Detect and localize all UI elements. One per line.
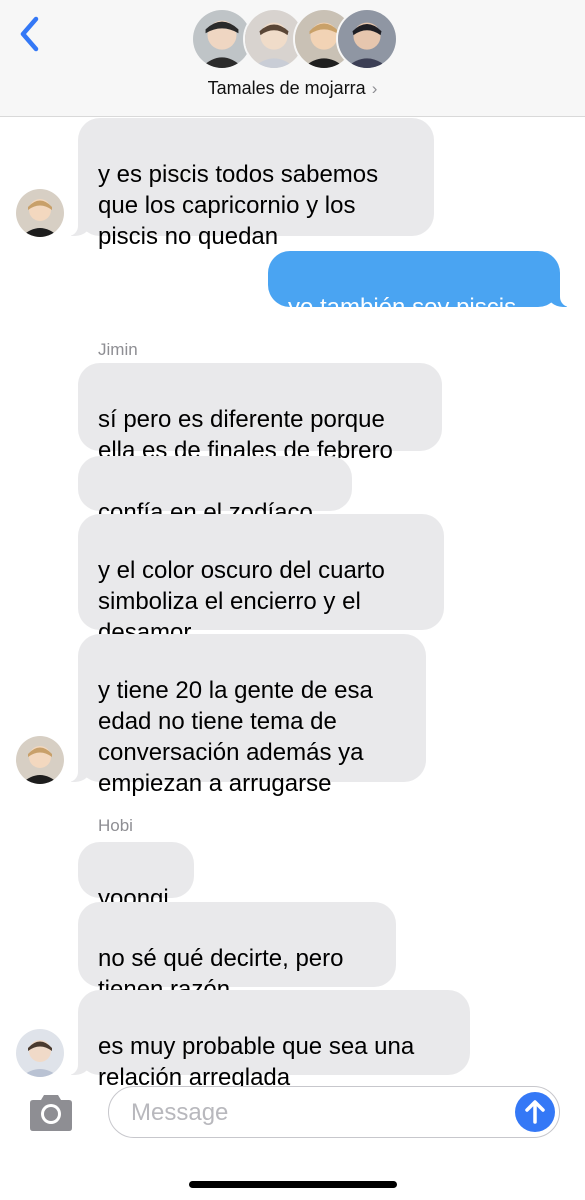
contact-avatar-jimin[interactable] (16, 189, 64, 237)
message-bubble[interactable]: es muy probable que sea una relación arr… (68, 990, 470, 1091)
chevron-left-icon (20, 16, 39, 52)
camera-button[interactable] (26, 1093, 76, 1133)
message-bubble[interactable]: confía en el zodíaco (78, 456, 352, 526)
message-text: y el color oscuro del cuarto simboliza e… (98, 557, 385, 646)
message-bubble[interactable]: no sé qué decirte, pero tienen razón (78, 902, 396, 1003)
camera-icon (30, 1095, 72, 1131)
sender-name: Jimin (98, 340, 138, 359)
group-title[interactable]: Tamales de mojarra › (0, 78, 585, 99)
message-bubble[interactable]: y el color oscuro del cuarto simboliza e… (78, 514, 444, 646)
message-bubble[interactable]: yoongi (78, 842, 194, 912)
message-text: es muy probable que sea una relación arr… (98, 1033, 415, 1091)
group-avatar-4 (336, 8, 398, 70)
message-composer[interactable] (108, 1086, 560, 1138)
message-input[interactable] (129, 1095, 503, 1131)
message-text: y es piscis todos sabemos que los capric… (98, 161, 379, 250)
contact-avatar-hobi[interactable] (16, 1029, 64, 1077)
message-bubble[interactable]: sí pero es diferente porque ella es de f… (78, 363, 442, 464)
send-button[interactable] (515, 1092, 555, 1132)
group-avatars[interactable] (191, 8, 398, 72)
group-name: Tamales de mojarra (207, 78, 366, 98)
message-text: yo también soy piscis (288, 294, 517, 321)
contact-avatar-jimin[interactable] (16, 736, 64, 784)
arrow-up-icon (525, 1100, 545, 1124)
sender-name: Hobi (98, 816, 133, 835)
back-button[interactable] (14, 14, 48, 54)
message-text: y tiene 20 la gente de esa edad no tiene… (98, 677, 373, 797)
home-indicator (189, 1181, 397, 1188)
message-bubble[interactable]: y tiene 20 la gente de esa edad no tiene… (68, 634, 426, 797)
chevron-right-icon: › (371, 79, 378, 98)
message-bubble-outgoing[interactable]: yo también soy piscis (268, 251, 570, 321)
conversation-header: Tamales de mojarra › (0, 0, 585, 117)
message-bubble[interactable]: y es piscis todos sabemos que los capric… (68, 118, 434, 250)
